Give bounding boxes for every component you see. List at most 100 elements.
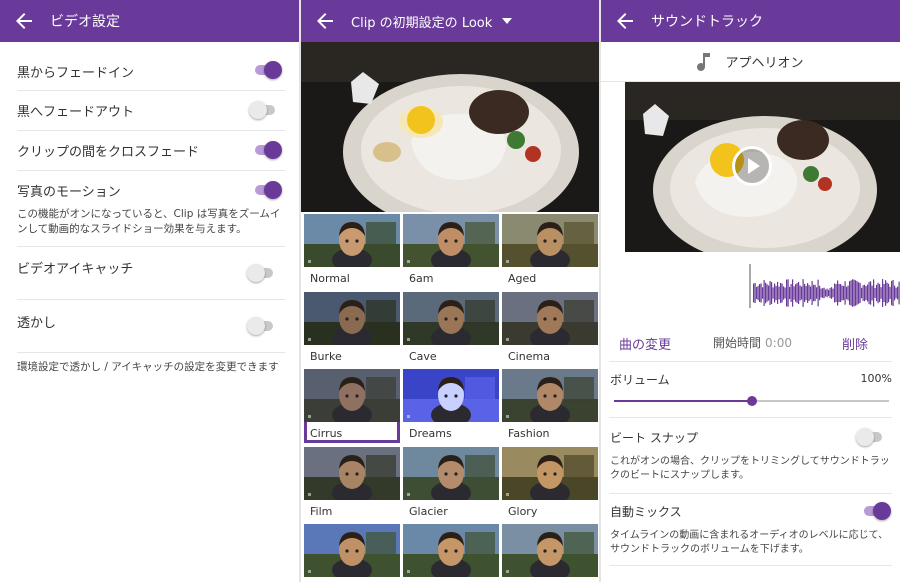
video-preview[interactable] — [301, 42, 599, 212]
look-name: Fashion — [508, 427, 550, 440]
song-bar[interactable]: アプヘリオン — [601, 42, 900, 82]
volume-slider[interactable] — [614, 394, 889, 408]
look-tile[interactable]: Glory — [502, 446, 598, 521]
video-settings-panel: ビデオ設定 黒からフェードイン 黒へフェードアウト クリップの間をクロスフェード… — [0, 0, 299, 582]
soundtrack-video-preview[interactable] — [625, 82, 900, 252]
look-picker-app-bar: Clip の初期設定の Look — [301, 0, 599, 42]
photo-motion-row[interactable]: 写真のモーション この機能がオンになっていると、Clip は写真をズームインして… — [17, 171, 285, 247]
fade-in-toggle[interactable] — [253, 61, 282, 79]
look-name: Cirrus — [310, 427, 343, 440]
look-tile[interactable] — [502, 524, 598, 582]
look-tile[interactable]: Glacier — [403, 446, 499, 521]
waveform-bar — [780, 282, 782, 304]
look-tile[interactable]: Cirrus — [304, 369, 400, 443]
crossfade-toggle[interactable] — [253, 141, 282, 159]
look-tile[interactable]: Normal — [304, 214, 400, 288]
waveform-bar — [804, 283, 806, 303]
volume-slider-thumb[interactable] — [746, 396, 757, 406]
back-arrow-icon[interactable] — [613, 9, 637, 33]
look-name: Normal — [310, 272, 350, 285]
waveform-bar — [873, 279, 875, 307]
waveform-bar — [835, 284, 837, 302]
waveform-bar — [796, 283, 798, 303]
waveform-bar — [756, 286, 758, 300]
audio-waveform[interactable] — [601, 262, 900, 310]
play-button[interactable] — [732, 146, 772, 186]
waveform-bar — [799, 285, 801, 301]
waveform-bar — [880, 287, 882, 299]
look-dropdown[interactable]: Clip の初期設定の Look — [351, 12, 513, 31]
waveform-bar — [831, 287, 833, 299]
look-tile[interactable]: Dreams — [403, 369, 499, 443]
waveform-bar — [808, 285, 810, 301]
look-thumbnail-image — [403, 214, 499, 267]
look-tile[interactable] — [403, 524, 499, 582]
look-tile[interactable]: 6am — [403, 214, 499, 288]
eyecatch-toggle[interactable] — [247, 264, 275, 282]
waveform-bar — [861, 287, 863, 299]
back-arrow-icon[interactable] — [313, 9, 337, 33]
waveform-bar — [759, 284, 761, 302]
look-dropdown-label: Clip の初期設定の Look — [351, 15, 493, 31]
waveform-bar — [810, 286, 812, 300]
waveform-bar — [879, 284, 881, 302]
look-thumbnail-image — [502, 369, 598, 422]
look-name: Dreams — [409, 427, 452, 440]
waveform-bar — [882, 279, 884, 307]
photo-motion-toggle[interactable] — [253, 181, 282, 199]
waveform-bar — [892, 279, 894, 307]
page-title: サウンドトラック — [651, 14, 763, 30]
delete-button[interactable]: 削除 — [842, 334, 868, 353]
fade-in-row[interactable]: 黒からフェードイン — [17, 51, 285, 91]
waveform-bar — [888, 283, 890, 303]
look-tile[interactable]: Fashion — [502, 369, 598, 443]
auto-mix-section: 自動ミックス タイムラインの動画に含まれるオーディオのレベルに応じて、サウンドト… — [609, 493, 892, 565]
volume-label: ボリューム — [610, 373, 670, 387]
waveform-bar — [817, 279, 819, 307]
photo-motion-label: 写真のモーション — [17, 185, 121, 200]
waveform-bar — [883, 283, 885, 303]
waveform-bar — [856, 281, 858, 305]
eyecatch-label: ビデオアイキャッチ — [17, 262, 134, 277]
waveform-bar — [850, 280, 852, 306]
waveform-bar — [811, 281, 813, 305]
waveform-bar — [787, 279, 789, 307]
look-tile[interactable]: Film — [304, 446, 400, 521]
start-time[interactable]: 開始時間 0:00 — [713, 334, 792, 351]
look-thumbnail-image — [403, 446, 499, 500]
page-title: ビデオ設定 — [50, 14, 120, 30]
play-icon — [748, 158, 760, 174]
look-tile[interactable]: Burke — [304, 291, 400, 366]
auto-mix-description: タイムラインの動画に含まれるオーディオのレベルに応じて、サウンドトラックのボリュ… — [610, 530, 889, 555]
waveform-bar — [858, 282, 860, 304]
waveform-bar — [805, 285, 807, 301]
waveform-bar — [868, 281, 870, 305]
look-tile[interactable]: Aged — [502, 214, 598, 288]
auto-mix-toggle[interactable] — [862, 502, 891, 520]
back-arrow-icon[interactable] — [12, 9, 36, 33]
fade-out-toggle[interactable] — [249, 101, 277, 119]
soundtrack-actions: 曲の変更 開始時間 0:00 削除 — [601, 334, 900, 354]
volume-section: ボリューム 100% — [609, 361, 892, 417]
fade-out-row[interactable]: 黒へフェードアウト — [17, 91, 285, 131]
watermark-toggle[interactable] — [247, 317, 275, 335]
look-thumbnail-image — [502, 446, 598, 500]
waveform-bar — [802, 279, 804, 307]
waveform-bar — [781, 283, 783, 303]
waveform-bar — [876, 284, 878, 302]
waveform-bar — [826, 288, 828, 298]
look-tile[interactable] — [304, 524, 400, 582]
waveform-bar — [795, 284, 797, 302]
beat-snap-toggle[interactable] — [856, 428, 884, 446]
waveform-bar — [783, 286, 785, 300]
waveform-bar — [843, 285, 845, 301]
waveform-bar — [777, 281, 779, 305]
waveform-bar — [877, 282, 879, 304]
waveform-bar — [792, 279, 794, 307]
crossfade-row[interactable]: クリップの間をクロスフェード — [17, 131, 285, 171]
look-thumbnail-image — [403, 369, 499, 422]
look-tile[interactable]: Cinema — [502, 291, 598, 366]
look-tile[interactable]: Cave — [403, 291, 499, 366]
change-song-button[interactable]: 曲の変更 — [619, 334, 671, 353]
waveform-bar — [753, 283, 755, 303]
